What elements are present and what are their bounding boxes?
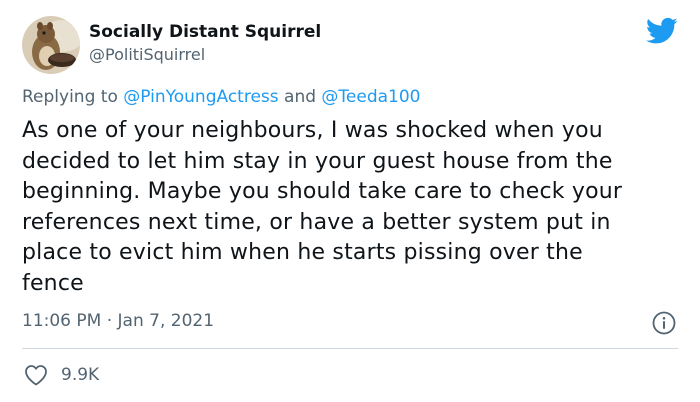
tweet-text-line: place to evict him when he starts pissin… xyxy=(22,240,583,265)
replying-to-line: Replying to @PinYoungActress and @Teeda1… xyxy=(22,87,421,107)
heart-icon[interactable] xyxy=(24,364,48,386)
divider xyxy=(22,348,678,349)
replying-to-label: Replying to xyxy=(22,87,118,107)
tweet-text-line: references next time, or have a better s… xyxy=(22,209,611,235)
author-handle[interactable]: @PolitiSquirrel xyxy=(89,45,205,64)
tweet-card: Socially Distant Squirrel @PolitiSquirre… xyxy=(0,0,700,402)
squirrel-avatar[interactable] xyxy=(22,16,80,74)
tweet-text: As one of your neighbours, I was shocked… xyxy=(22,116,678,299)
twitter-bird-icon[interactable] xyxy=(646,17,678,45)
like-count: 9.9K xyxy=(61,365,100,385)
info-icon[interactable] xyxy=(651,310,677,336)
mention-joiner: and xyxy=(284,87,317,107)
tweet-text-line: decided to let him stay in your guest ho… xyxy=(22,148,613,174)
mention-link-pinyoungactress[interactable]: @PinYoungActress xyxy=(123,87,278,107)
tweet-text-line: fence xyxy=(22,270,84,296)
tweet-timestamp[interactable]: 11:06 PM · Jan 7, 2021 xyxy=(22,311,214,331)
tweet-text-line: beginning. Maybe you should take care to… xyxy=(22,179,623,204)
mention-link-teeda100[interactable]: @Teeda100 xyxy=(321,87,420,107)
tweet-text-line: As one of your neighbours, I was shocked… xyxy=(22,118,603,143)
author-display-name[interactable]: Socially Distant Squirrel xyxy=(89,22,321,42)
